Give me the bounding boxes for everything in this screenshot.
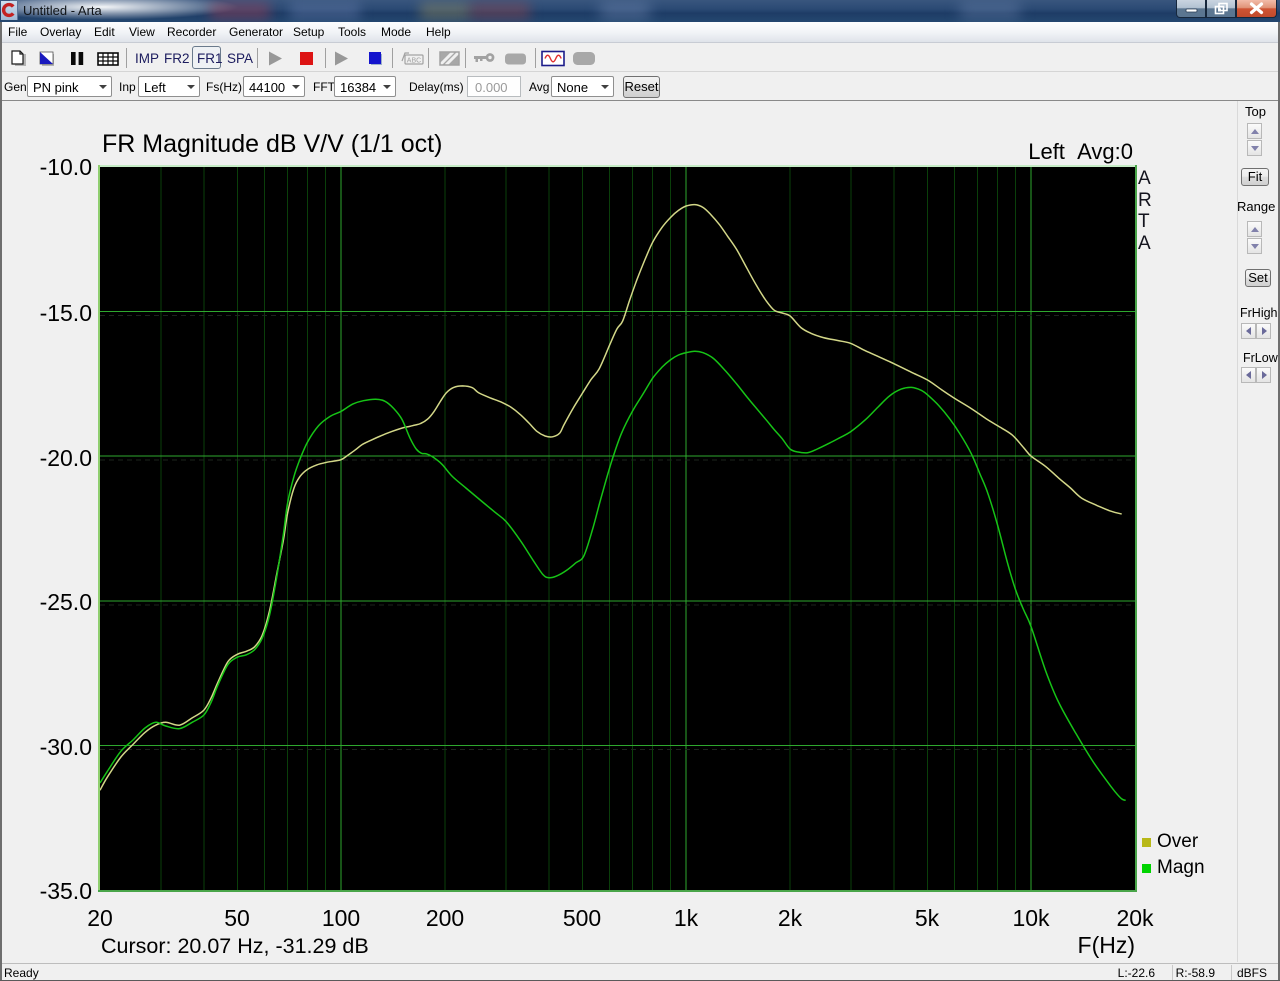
svg-text:ABC: ABC <box>407 57 421 64</box>
